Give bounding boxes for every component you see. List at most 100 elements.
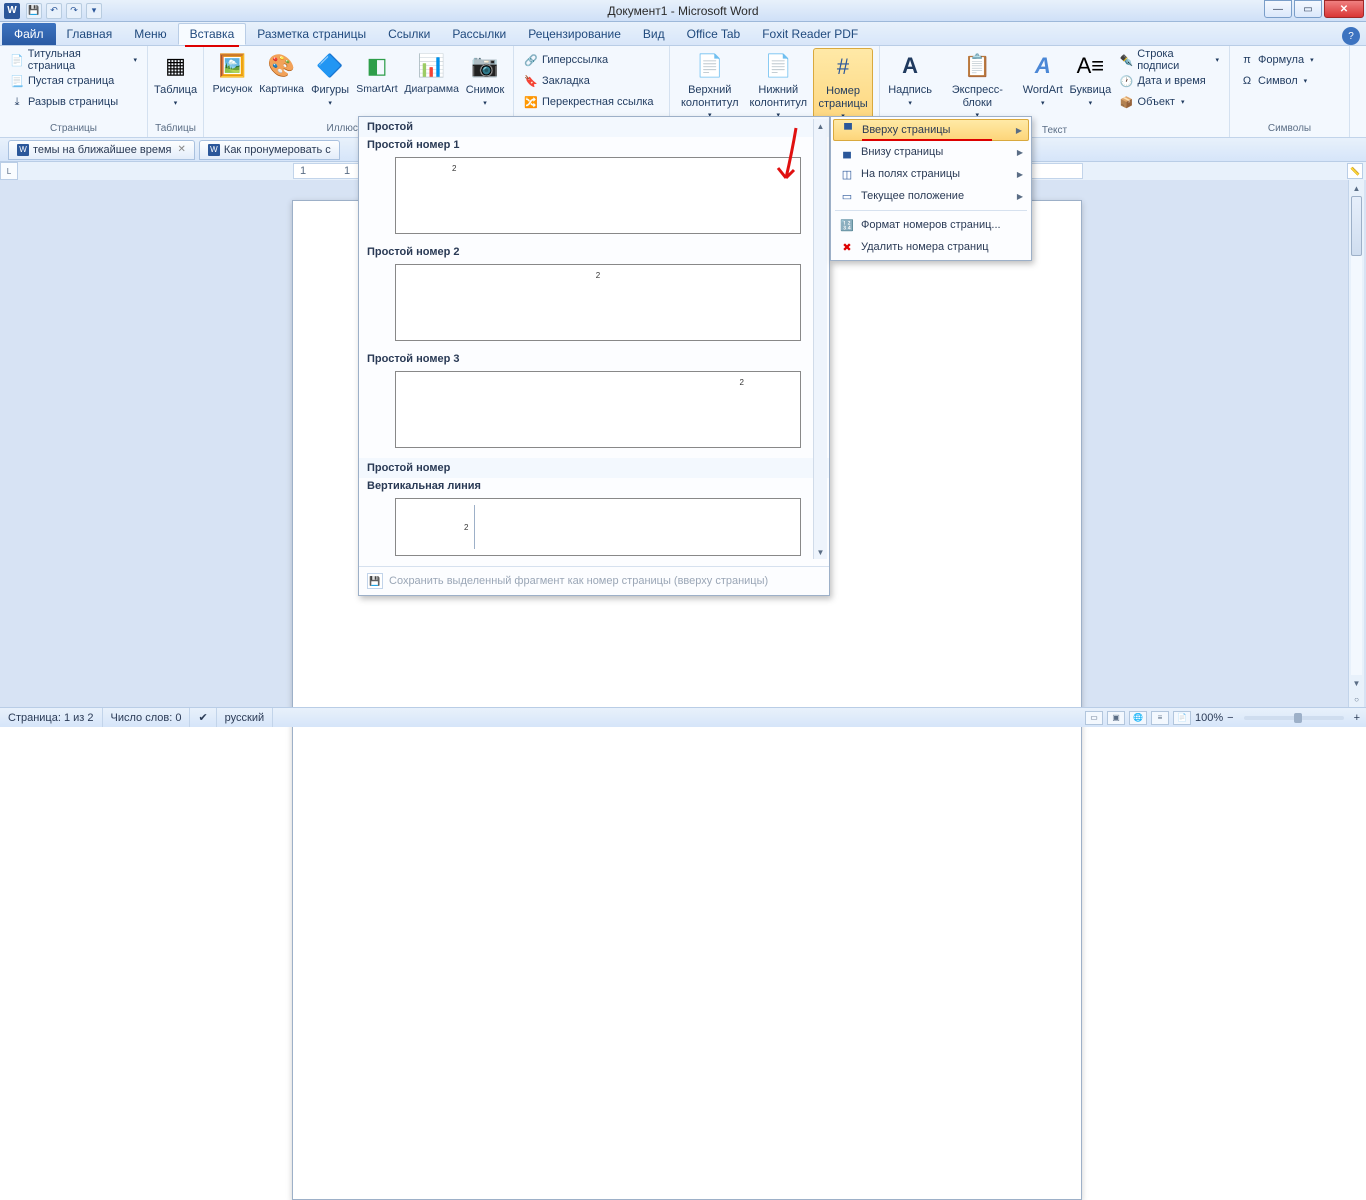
zoom-percent[interactable]: 100% [1195, 712, 1223, 724]
browse-object[interactable]: ○ [1349, 691, 1364, 707]
cover-page-icon: 📄 [10, 53, 24, 67]
quickparts-button[interactable]: 📋Экспресс-блоки▾ [936, 48, 1018, 123]
symbol-button[interactable]: ΩСимвол▾ [1236, 71, 1318, 91]
tab-pagelayout[interactable]: Разметка страницы [246, 23, 377, 45]
gallery-footer[interactable]: 💾 Сохранить выделенный фрагмент как номе… [359, 566, 829, 595]
status-language[interactable]: русский [217, 708, 273, 727]
textbox-button[interactable]: AНадпись▾ [886, 48, 934, 110]
page-number-button[interactable]: #Номер страницы ▾ [813, 48, 873, 125]
maximize-button[interactable]: ▭ [1294, 0, 1322, 18]
crossref-button[interactable]: 🔀Перекрестная ссылка [520, 92, 658, 112]
status-proofing[interactable]: ✔ [190, 708, 216, 727]
qat-save[interactable]: 💾 [26, 3, 42, 19]
qat-redo[interactable]: ↷ [66, 3, 82, 19]
blank-page-button[interactable]: 📃Пустая страница [6, 71, 141, 91]
minimize-button[interactable]: — [1264, 0, 1292, 18]
tab-mailings[interactable]: Рассылки [441, 23, 517, 45]
view-outline[interactable]: ≡ [1151, 711, 1169, 725]
current-pos-icon: ▭ [839, 188, 855, 204]
picture-button[interactable]: 🖼️Рисунок [210, 48, 255, 98]
tab-insert[interactable]: Вставка [178, 23, 247, 45]
crossref-icon: 🔀 [524, 95, 538, 109]
tab-view[interactable]: Вид [632, 23, 676, 45]
screenshot-button[interactable]: 📷Снимок▾ [463, 48, 507, 110]
object-button[interactable]: 📦Объект▾ [1116, 92, 1223, 112]
zoom-slider[interactable] [1244, 716, 1344, 720]
submenu-current-position[interactable]: ▭Текущее положение▶ [833, 185, 1029, 207]
help-button[interactable]: ? [1342, 27, 1360, 45]
submenu-bottom-of-page[interactable]: ▄Внизу страницы▶ [833, 141, 1029, 163]
symbol-icon: Ω [1240, 74, 1254, 88]
submenu-top-of-page[interactable]: ▀Вверху страницы▶ [833, 119, 1029, 141]
close-button[interactable]: ✕ [1324, 0, 1364, 18]
submenu-format-numbers[interactable]: 🔢Формат номеров страниц... [833, 214, 1029, 236]
status-page[interactable]: Страница: 1 из 2 [0, 708, 103, 727]
qat-undo[interactable]: ↶ [46, 3, 62, 19]
status-word-count[interactable]: Число слов: 0 [103, 708, 191, 727]
doctab-1[interactable]: Wтемы на ближайшее время✕ [8, 140, 195, 160]
tab-references[interactable]: Ссылки [377, 23, 441, 45]
wordart-button[interactable]: AWordArt▾ [1020, 48, 1065, 110]
signature-line-button[interactable]: ✒️Строка подписи▾ [1116, 50, 1223, 70]
scroll-up-arrow[interactable]: ▲ [1349, 180, 1364, 196]
page-number-icon: # [827, 51, 859, 83]
chevron-right-icon: ▶ [1017, 148, 1023, 157]
tab-review[interactable]: Рецензирование [517, 23, 632, 45]
gallery-scroll-up[interactable]: ▲ [814, 119, 827, 133]
doctab-2[interactable]: WКак пронумеровать с [199, 140, 340, 160]
tab-selector[interactable]: L [0, 162, 18, 180]
chart-button[interactable]: 📊Диаграмма [402, 48, 461, 98]
gallery-scrollbar[interactable]: ▲ ▼ [813, 119, 827, 559]
file-tab[interactable]: Файл [2, 23, 56, 45]
top-page-icon: ▀ [840, 122, 856, 138]
gallery-item-3[interactable]: 2 [395, 371, 801, 448]
smartart-button[interactable]: ◧SmartArt [354, 48, 401, 98]
tab-officetab[interactable]: Office Tab [676, 23, 752, 45]
header-button[interactable]: 📄Верхний колонтитул ▾ [676, 48, 744, 123]
cover-page-button[interactable]: 📄Титульная страница▾ [6, 50, 141, 70]
footer-button[interactable]: 📄Нижний колонтитул ▾ [746, 48, 812, 123]
tab-foxit[interactable]: Foxit Reader PDF [751, 23, 869, 45]
equation-button[interactable]: πФормула▾ [1236, 50, 1318, 70]
shapes-button[interactable]: 🔷Фигуры▾ [308, 48, 351, 110]
view-draft[interactable]: 📄 [1173, 711, 1191, 725]
tab-home[interactable]: Главная [56, 23, 124, 45]
bookmark-button[interactable]: 🔖Закладка [520, 71, 658, 91]
dropcap-button[interactable]: A≡Буквица▾ [1067, 48, 1113, 110]
qat-more[interactable]: ▾ [86, 3, 102, 19]
chevron-right-icon: ▶ [1017, 192, 1023, 201]
ribbon-tabs: Файл Главная Меню Вставка Разметка стран… [0, 22, 1366, 46]
chart-icon: 📊 [416, 50, 448, 82]
equation-icon: π [1240, 53, 1254, 67]
tab-menu[interactable]: Меню [123, 23, 177, 45]
gallery-item-3-label: Простой номер 3 [359, 351, 829, 367]
view-print-layout[interactable]: ▭ [1085, 711, 1103, 725]
scroll-thumb[interactable] [1351, 196, 1362, 256]
gallery-item-2[interactable]: 2 [395, 264, 801, 341]
hyperlink-button[interactable]: 🔗Гиперссылка [520, 50, 658, 70]
margins-icon: ◫ [839, 166, 855, 182]
ruler-toggle[interactable]: 📏 [1347, 163, 1363, 179]
table-button[interactable]: ▦Таблица▾ [154, 48, 197, 110]
datetime-button[interactable]: 🕐Дата и время [1116, 71, 1223, 91]
chevron-right-icon: ▶ [1017, 170, 1023, 179]
zoom-in[interactable]: + [1354, 712, 1360, 724]
submenu-remove-numbers[interactable]: ✖Удалить номера страниц [833, 236, 1029, 258]
close-tab-icon[interactable]: ✕ [178, 144, 186, 155]
gallery-item-4[interactable]: 2 [395, 498, 801, 556]
view-web[interactable]: 🌐 [1129, 711, 1147, 725]
group-pages-label: Страницы [6, 121, 141, 137]
gallery-item-4-label: Вертикальная линия [359, 478, 829, 494]
zoom-out[interactable]: − [1227, 712, 1233, 724]
gallery-scroll-down[interactable]: ▼ [814, 545, 827, 559]
scroll-down-arrow[interactable]: ▼ [1349, 675, 1364, 691]
title-bar: W 💾 ↶ ↷ ▾ Документ1 - Microsoft Word — ▭… [0, 0, 1366, 22]
page-break-button[interactable]: ⤓Разрыв страницы [6, 92, 141, 112]
remove-icon: ✖ [839, 239, 855, 255]
gallery-item-1[interactable]: 2 [395, 157, 801, 234]
vertical-scrollbar[interactable]: ▲ ▼ ○ [1348, 180, 1364, 707]
clipart-button[interactable]: 🎨Картинка [257, 48, 307, 98]
status-bar: Страница: 1 из 2 Число слов: 0 ✔ русский… [0, 707, 1366, 727]
submenu-page-margins[interactable]: ◫На полях страницы▶ [833, 163, 1029, 185]
view-fullscreen[interactable]: ▣ [1107, 711, 1125, 725]
